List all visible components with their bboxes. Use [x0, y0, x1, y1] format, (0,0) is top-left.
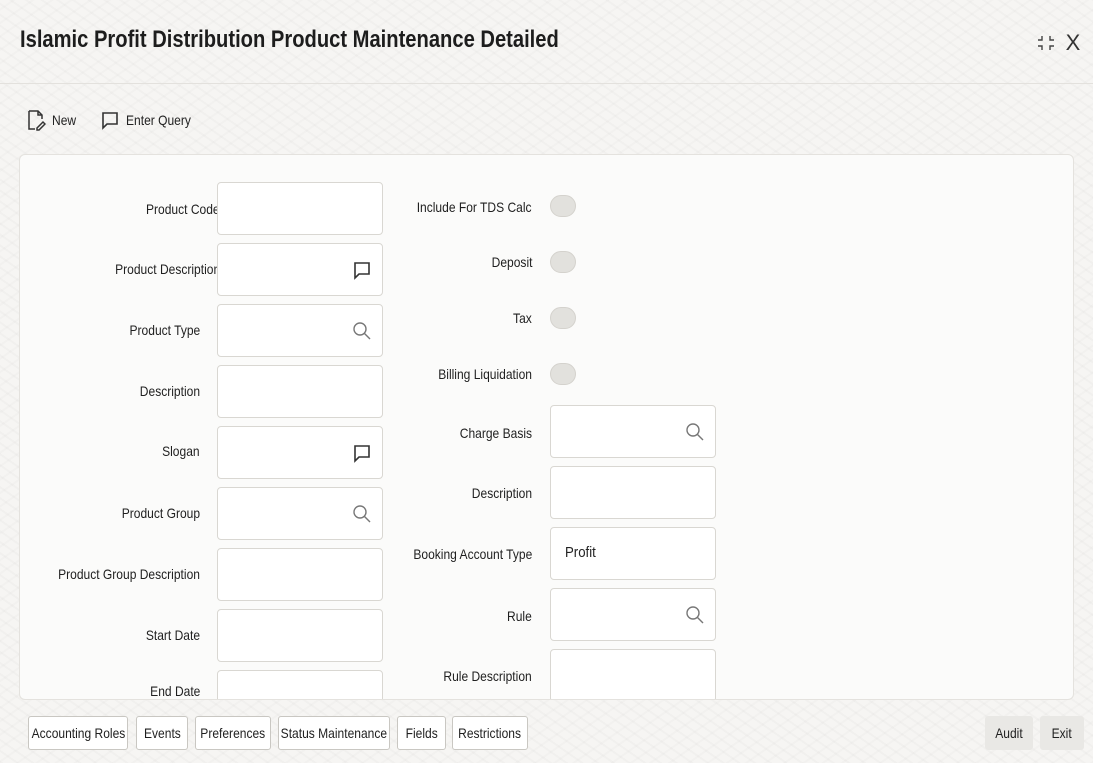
- search-icon[interactable]: [352, 504, 372, 524]
- product-group-label: Product Group: [121, 505, 200, 521]
- booking-account-type-label: Booking Account Type: [413, 546, 532, 562]
- title-bar: Islamic Profit Distribution Product Main…: [0, 0, 1093, 84]
- include-tds-toggle[interactable]: [550, 195, 576, 217]
- enter-query-label: Enter Query: [126, 112, 191, 128]
- page-title: Islamic Profit Distribution Product Main…: [20, 26, 559, 53]
- product-group-input[interactable]: [217, 487, 383, 540]
- toolbar: New Enter Query: [26, 106, 222, 134]
- start-date-input[interactable]: [217, 609, 383, 662]
- include-tds-label: Include For TDS Calc: [417, 199, 532, 215]
- product-type-input[interactable]: [217, 304, 383, 357]
- comment-icon[interactable]: [352, 260, 372, 280]
- close-icon[interactable]: X: [1062, 28, 1084, 58]
- charge-basis-label: Charge Basis: [459, 425, 532, 441]
- product-description-input[interactable]: [217, 243, 383, 296]
- tax-toggle[interactable]: [550, 307, 576, 329]
- charge-basis-input[interactable]: [550, 405, 716, 458]
- status-maintenance-button[interactable]: Status Maintenance: [278, 716, 390, 750]
- query-icon: [100, 110, 120, 130]
- end-date-label: End Date: [149, 683, 200, 699]
- expand-icon[interactable]: [1034, 28, 1058, 58]
- preferences-button[interactable]: Preferences: [195, 716, 271, 750]
- product-description-label: Product Description*: [115, 257, 229, 277]
- deposit-toggle[interactable]: [550, 251, 576, 273]
- slogan-input[interactable]: [217, 426, 383, 479]
- charge-description-input[interactable]: [550, 466, 716, 519]
- start-date-label: Start Date: [145, 627, 200, 643]
- new-document-icon: [26, 109, 46, 131]
- search-icon[interactable]: [685, 422, 705, 442]
- footer-bar: Accounting Roles Events Preferences Stat…: [0, 700, 1093, 763]
- rule-description-input[interactable]: [550, 649, 716, 699]
- audit-button[interactable]: Audit: [985, 716, 1033, 750]
- product-group-description-input[interactable]: [217, 548, 383, 601]
- slogan-label: Slogan: [162, 443, 200, 459]
- booking-account-type-input[interactable]: Profit: [550, 527, 716, 580]
- description-label: Description: [139, 383, 200, 399]
- accounting-roles-button[interactable]: Accounting Roles: [28, 716, 128, 750]
- rule-input[interactable]: [550, 588, 716, 641]
- rule-description-label: Rule Description: [443, 668, 532, 684]
- end-date-input[interactable]: [217, 670, 383, 699]
- description-input[interactable]: [217, 365, 383, 418]
- search-icon[interactable]: [685, 605, 705, 625]
- fields-button[interactable]: Fields: [397, 716, 446, 750]
- events-button[interactable]: Events: [136, 716, 188, 750]
- deposit-label: Deposit: [491, 254, 532, 270]
- new-button-label: New: [52, 112, 77, 128]
- product-code-input[interactable]: [217, 182, 383, 235]
- product-code-label: Product Code*: [146, 197, 228, 217]
- exit-button[interactable]: Exit: [1040, 716, 1084, 750]
- billing-liquidation-label: Billing Liquidation: [438, 366, 532, 382]
- comment-icon[interactable]: [352, 443, 372, 463]
- billing-liquidation-toggle[interactable]: [550, 363, 576, 385]
- form-panel: Product Code* Product Description* Produ…: [19, 154, 1074, 700]
- charge-description-label: Description: [471, 485, 532, 501]
- new-button[interactable]: New: [26, 109, 80, 131]
- rule-label: Rule: [507, 608, 532, 624]
- restrictions-button[interactable]: Restrictions: [452, 716, 528, 750]
- product-type-label: Product Type: [129, 322, 200, 338]
- search-icon[interactable]: [352, 321, 372, 341]
- product-group-description-label: Product Group Description: [58, 566, 200, 582]
- tax-label: Tax: [513, 310, 532, 326]
- enter-query-button[interactable]: Enter Query: [100, 110, 201, 130]
